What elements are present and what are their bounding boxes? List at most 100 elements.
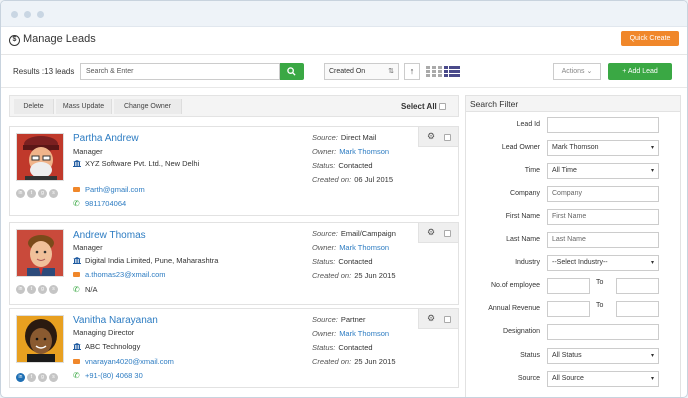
first-name-input[interactable]: First Name [547, 209, 659, 225]
social-links: in t g s [16, 187, 60, 198]
designation-input[interactable] [547, 324, 659, 340]
last-name-input[interactable]: Last Name [547, 232, 659, 248]
time-select-value: All Time [552, 167, 577, 174]
building-icon [73, 343, 81, 350]
lead-status: Status: Contacted [312, 343, 373, 352]
lead-company: Digital India Limited, Pune, Maharashtra [73, 256, 218, 265]
select-all-label: Select All [401, 102, 437, 111]
created-label: Created on: [312, 357, 352, 366]
lead-name[interactable]: Vanitha Narayanan [73, 315, 158, 326]
created-label: Created on: [312, 175, 352, 184]
bulk-actions-bar: Delete Mass Update Change Owner Select A… [9, 95, 459, 117]
lead-checkbox[interactable] [444, 134, 451, 141]
lead-created: Created on: 25 Jun 2015 [312, 271, 396, 280]
dollar-icon: $ [9, 35, 20, 46]
lead-owner: Owner: Mark Thomson [312, 329, 389, 338]
skype-icon[interactable]: s [49, 285, 58, 294]
employees-to-input[interactable] [616, 278, 659, 294]
lead-phone[interactable]: ✆ 9811704064 [73, 199, 126, 208]
mass-update-button[interactable]: Mass Update [56, 99, 112, 114]
lead-owner-value[interactable]: Mark Thomson [339, 147, 389, 156]
employees-from-input[interactable] [547, 278, 590, 294]
source-select-value: All Source [552, 375, 584, 382]
owner-label: Owner: [312, 243, 337, 252]
mail-icon [73, 272, 80, 277]
sort-direction-button[interactable]: ↑ [404, 63, 420, 80]
google-icon[interactable]: g [38, 189, 47, 198]
linkedin-icon[interactable]: in [16, 285, 25, 294]
lead-source: Source: Email/Campaign [312, 229, 396, 238]
page-title: Manage Leads [23, 33, 96, 45]
select-all[interactable]: Select All [401, 102, 446, 111]
time-select[interactable]: All Time ▾ [547, 163, 659, 179]
lead-created-value: 25 Jun 2015 [354, 357, 396, 366]
lead-checkbox[interactable] [444, 230, 451, 237]
add-lead-button[interactable]: + Add Lead [608, 63, 672, 80]
industry-select[interactable]: --Select Industry-- ▾ [547, 255, 659, 271]
twitter-icon[interactable]: t [27, 189, 36, 198]
lead-card: in t g s Vanitha Narayanan Managing Directo… [9, 308, 459, 388]
source-label: Source: [312, 133, 338, 142]
source-label: Source: [312, 315, 338, 324]
twitter-icon[interactable]: t [27, 285, 36, 294]
lead-email[interactable]: Parth@gmail.com [73, 185, 145, 194]
lead-email-text: a.thomas23@xmail.com [85, 270, 166, 279]
owner-label: Owner: [312, 329, 337, 338]
skype-icon[interactable]: s [49, 189, 58, 198]
linkedin-icon[interactable]: in [16, 373, 25, 382]
lead-card: in t g s Partha Andrew Manager XYZ Software… [9, 126, 459, 216]
phone-icon: ✆ [73, 285, 80, 294]
twitter-icon[interactable]: t [27, 373, 36, 382]
avatar [16, 133, 64, 181]
lead-owner-value[interactable]: Mark Thomson [339, 243, 389, 252]
lead-name[interactable]: Andrew Thomas [73, 230, 146, 241]
search-input[interactable]: Search & Enter [80, 63, 280, 80]
gear-icon[interactable]: ⚙ [427, 313, 435, 324]
source-select[interactable]: All Source ▾ [547, 371, 659, 387]
list-view-icon[interactable] [444, 66, 460, 77]
google-icon[interactable]: g [38, 285, 47, 294]
sort-select[interactable]: Created On ⇅ [324, 63, 399, 80]
skype-icon[interactable]: s [49, 373, 58, 382]
select-all-checkbox[interactable] [439, 103, 446, 111]
avatar [16, 229, 64, 277]
first-name-label: First Name [505, 213, 540, 220]
change-owner-button[interactable]: Change Owner [114, 99, 182, 114]
lead-email-text: Parth@gmail.com [85, 185, 145, 194]
industry-label: Industry [515, 259, 540, 266]
delete-button[interactable]: Delete [14, 99, 54, 114]
caret-down-icon: ▾ [650, 260, 654, 266]
search-button[interactable] [280, 63, 304, 80]
lead-owner-value[interactable]: Mark Thomson [339, 329, 389, 338]
lead-company: XYZ Software Pvt. Ltd., New Delhi [73, 159, 199, 168]
quick-create-button[interactable]: Quick Create [621, 31, 679, 46]
lead-email[interactable]: vnarayan4020@xmail.com [73, 357, 174, 366]
status-select-value: All Status [552, 352, 582, 359]
lead-phone[interactable]: ✆ +91-(80) 4068 30 [73, 371, 143, 380]
sort-arrows-icon: ⇅ [388, 68, 394, 75]
status-select[interactable]: All Status ▾ [547, 348, 659, 364]
lead-phone-text: 9811704064 [85, 199, 127, 208]
lead-email-text: vnarayan4020@xmail.com [85, 357, 174, 366]
lead-status: Status: Contacted [312, 161, 373, 170]
revenue-from-input[interactable] [547, 301, 590, 317]
lead-owner-select[interactable]: Mark Thomson ▾ [547, 140, 659, 156]
linkedin-icon[interactable]: in [16, 189, 25, 198]
toolbar: Results :13 leads Search & Enter Created… [1, 56, 687, 88]
lead-status: Status: Contacted [312, 257, 373, 266]
search-icon [287, 67, 296, 76]
source-filter-label: Source [517, 375, 540, 382]
lead-id-input[interactable] [547, 117, 659, 133]
revenue-to-input[interactable] [616, 301, 659, 317]
lead-checkbox[interactable] [444, 316, 451, 323]
google-icon[interactable]: g [38, 373, 47, 382]
lead-created: Created on: 06 Jul 2015 [312, 175, 393, 184]
company-input[interactable]: Company [547, 186, 659, 202]
lead-name[interactable]: Partha Andrew [73, 133, 139, 144]
gear-icon[interactable]: ⚙ [427, 227, 435, 238]
lead-email[interactable]: a.thomas23@xmail.com [73, 270, 166, 279]
gear-icon[interactable]: ⚙ [427, 131, 435, 142]
social-links: in t g s [16, 371, 60, 382]
grid-view-icon[interactable] [426, 66, 442, 77]
actions-dropdown[interactable]: Actions ⌄ [553, 63, 601, 80]
